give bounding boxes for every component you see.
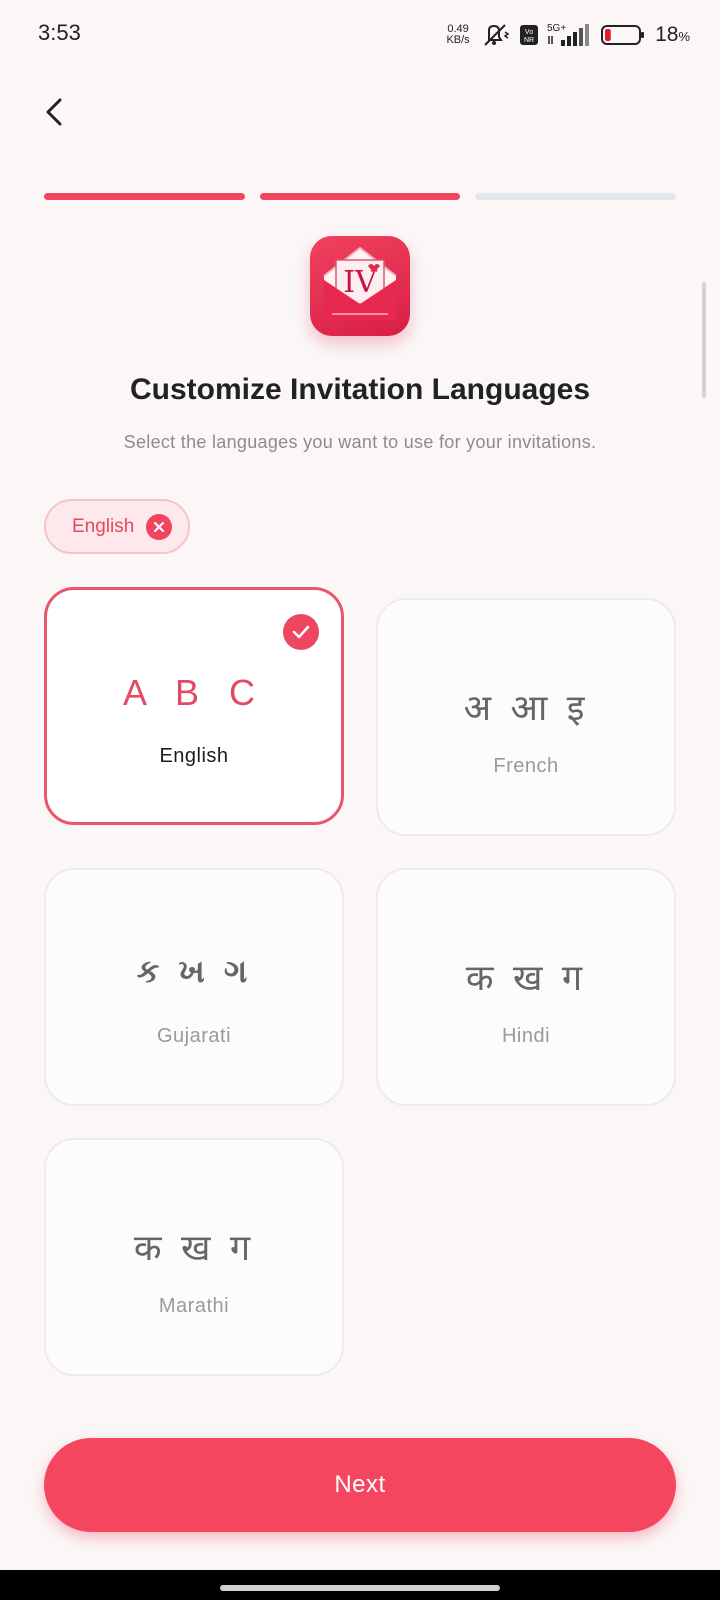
progress-segment [475, 193, 677, 200]
progress-segment [44, 193, 245, 200]
page-subtitle: Select the languages you want to use for… [123, 432, 597, 452]
selected-language-chip[interactable]: English [44, 499, 191, 554]
language-sample-glyphs: ક ખ ગ [136, 952, 252, 990]
language-name: French [493, 755, 559, 777]
status-bar: 3:53 0.49 KB/s Vo NR 5G+ 18% [0, 0, 720, 70]
svg-text:Vo: Vo [525, 29, 533, 36]
language-card-marathi[interactable]: क ख ग Marathi [44, 1138, 344, 1376]
battery-percent: 18% [655, 23, 690, 46]
vonr-icon: Vo NR [519, 24, 539, 46]
progress-segment [259, 193, 461, 200]
language-sample-glyphs: A B C [122, 672, 266, 713]
svg-text:5G+: 5G+ [547, 23, 566, 34]
step-progress [44, 193, 677, 200]
remove-chip-button[interactable] [146, 513, 173, 540]
status-time: 3:53 [38, 20, 81, 45]
battery-icon [601, 24, 645, 46]
status-icons: 0.49 KB/s Vo NR 5G+ 18% [443, 20, 690, 50]
page-title: Customize Invitation Languages [129, 373, 591, 406]
language-card-english[interactable]: A B C English [44, 587, 344, 825]
scroll-indicator[interactable] [702, 282, 706, 398]
language-sample-glyphs: क ख ग [465, 958, 587, 999]
signal-icon: 5G+ [547, 22, 593, 48]
language-name: English [159, 745, 229, 767]
mute-vibrate-icon [481, 22, 511, 48]
language-name: Hindi [501, 1025, 551, 1047]
back-button[interactable] [34, 90, 74, 134]
language-sample-glyphs: अ आ इ [463, 688, 589, 729]
language-sample-glyphs: क ख ग [133, 1228, 255, 1269]
language-card-gujarati[interactable]: ક ખ ગ Gujarati [44, 868, 344, 1106]
language-name: Marathi [158, 1295, 230, 1317]
svg-text:NR: NR [524, 37, 534, 44]
check-icon [283, 614, 319, 650]
chip-label: English [72, 515, 135, 537]
home-indicator[interactable] [220, 1585, 500, 1591]
language-card-french[interactable]: अ आ इ French [376, 598, 676, 836]
net-speed: 0.49 KB/s [446, 23, 470, 46]
app-logo: IV [310, 236, 410, 336]
chevron-left-icon [46, 98, 62, 126]
next-button[interactable]: Next [44, 1438, 676, 1532]
language-card-hindi[interactable]: क ख ग Hindi [376, 868, 676, 1106]
language-name: Gujarati [156, 1025, 232, 1047]
close-icon [154, 521, 165, 532]
